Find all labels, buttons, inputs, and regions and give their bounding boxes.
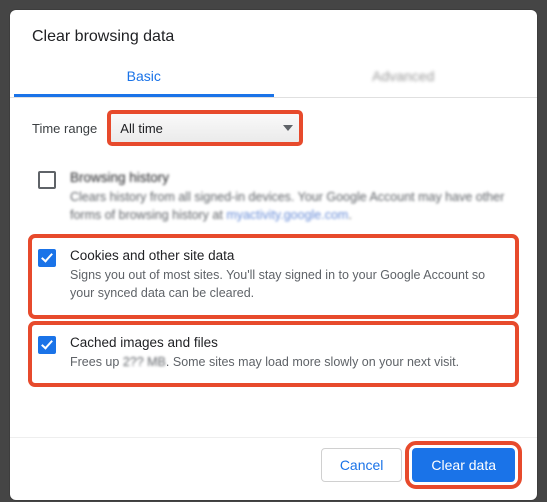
option-cache: Cached images and files Frees up 2?? MB.… — [32, 325, 515, 383]
tab-basic[interactable]: Basic — [14, 56, 274, 97]
myactivity-link[interactable]: myactivity.google.com — [226, 208, 348, 222]
option-text: Browsing history Clears history from all… — [70, 170, 513, 224]
checkbox-cookies[interactable] — [38, 249, 56, 267]
time-range-select-wrap: All time — [109, 112, 301, 144]
option-desc: Clears history from all signed-in device… — [70, 188, 513, 224]
clear-data-button[interactable]: Clear data — [412, 448, 515, 482]
chevron-down-icon — [283, 125, 293, 131]
option-text: Cached images and files Frees up 2?? MB.… — [70, 335, 459, 371]
time-range-value: All time — [120, 121, 163, 136]
option-cookies: Cookies and other site data Signs you ou… — [32, 238, 515, 314]
option-desc: Signs you out of most sites. You'll stay… — [70, 266, 509, 302]
option-title: Cached images and files — [70, 335, 459, 350]
dialog-body: Time range All time Browsing history Cle… — [10, 98, 537, 437]
tab-bar: Basic Advanced — [10, 56, 537, 98]
option-text: Cookies and other site data Signs you ou… — [70, 248, 509, 302]
dialog-title: Clear browsing data — [10, 10, 537, 56]
dialog-footer: Cancel Clear data — [10, 437, 537, 500]
clear-browsing-data-dialog: Clear browsing data Basic Advanced Time … — [10, 10, 537, 500]
cancel-button[interactable]: Cancel — [321, 448, 403, 482]
checkbox-browsing-history[interactable] — [38, 171, 56, 189]
time-range-label: Time range — [32, 121, 97, 136]
cache-size: 2?? MB — [123, 355, 166, 369]
time-range-row: Time range All time — [32, 112, 515, 144]
option-title: Cookies and other site data — [70, 248, 509, 263]
option-browsing-history: Browsing history Clears history from all… — [32, 162, 515, 234]
checkbox-cache[interactable] — [38, 336, 56, 354]
option-desc: Frees up 2?? MB. Some sites may load mor… — [70, 353, 459, 371]
time-range-select[interactable]: All time — [109, 112, 301, 144]
option-title: Browsing history — [70, 170, 513, 185]
tab-advanced[interactable]: Advanced — [274, 56, 534, 97]
